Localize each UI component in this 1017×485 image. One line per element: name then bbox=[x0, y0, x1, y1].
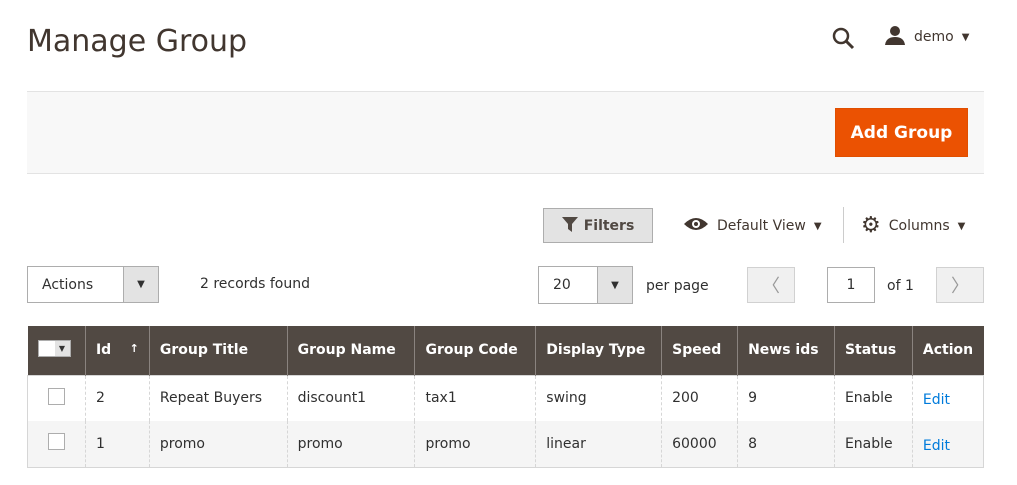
previous-page-button[interactable]: 〈 bbox=[747, 267, 795, 303]
cell-group-name: promo bbox=[286, 421, 415, 467]
user-icon bbox=[884, 25, 906, 49]
cell-id: 2 bbox=[84, 375, 150, 421]
cell-news-ids: 8 bbox=[737, 421, 835, 467]
eye-icon bbox=[683, 216, 709, 236]
page-input[interactable]: 1 bbox=[827, 267, 875, 303]
page-title: Manage Group bbox=[27, 24, 248, 59]
page-total: of 1 bbox=[887, 278, 914, 294]
columns-dropdown[interactable]: ⚙ Columns ▼ bbox=[861, 215, 965, 237]
actions-label: Actions bbox=[42, 276, 94, 293]
column-status[interactable]: Status bbox=[833, 326, 913, 375]
cell-group-code: tax1 bbox=[414, 375, 536, 421]
column-news-ids[interactable]: News ids bbox=[737, 326, 835, 375]
cell-group-code: promo bbox=[414, 421, 536, 467]
mass-select[interactable]: ▼ bbox=[27, 326, 86, 375]
per-page-select[interactable]: 20 ▼ bbox=[538, 266, 633, 304]
next-page-button[interactable]: 〉 bbox=[936, 267, 984, 303]
filters-button[interactable]: Filters bbox=[543, 208, 653, 243]
divider bbox=[843, 207, 844, 243]
column-group-code[interactable]: Group Code bbox=[414, 326, 536, 375]
gear-icon: ⚙ bbox=[861, 213, 881, 238]
cell-speed: 200 bbox=[661, 375, 738, 421]
cell-display-type: linear bbox=[535, 421, 662, 467]
table-row: 2 Repeat Buyers discount1 tax1 swing 200… bbox=[27, 375, 984, 421]
edit-link[interactable]: Edit bbox=[923, 392, 950, 408]
user-menu[interactable]: demo ▼ bbox=[884, 25, 969, 49]
cell-display-type: swing bbox=[535, 375, 662, 421]
column-group-name[interactable]: Group Name bbox=[286, 326, 415, 375]
add-group-button[interactable]: Add Group bbox=[835, 108, 968, 157]
cell-group-title: Repeat Buyers bbox=[148, 375, 288, 421]
default-view-dropdown[interactable]: Default View ▼ bbox=[683, 216, 822, 236]
column-display-type[interactable]: Display Type bbox=[535, 326, 662, 375]
column-id[interactable]: Id ↑ bbox=[84, 326, 150, 375]
cell-speed: 60000 bbox=[661, 421, 738, 467]
sort-arrow-icon: ↑ bbox=[129, 342, 139, 356]
columns-label: Columns bbox=[888, 218, 950, 234]
cell-group-name: discount1 bbox=[286, 375, 415, 421]
group-grid: ▼ Id ↑ Group Title Group Name Group Code … bbox=[27, 326, 984, 468]
filter-icon bbox=[561, 216, 578, 236]
cell-status: Enable bbox=[833, 375, 913, 421]
cell-id: 1 bbox=[84, 421, 150, 467]
records-found: 2 records found bbox=[200, 276, 310, 292]
default-view-label: Default View bbox=[717, 218, 806, 234]
filters-label: Filters bbox=[583, 217, 635, 234]
cell-news-ids: 9 bbox=[737, 375, 835, 421]
chevron-down-icon: ▼ bbox=[957, 220, 966, 232]
chevron-down-icon: ▼ bbox=[597, 267, 632, 303]
per-page-value: 20 bbox=[553, 277, 571, 293]
edit-link[interactable]: Edit bbox=[923, 438, 950, 454]
username: demo bbox=[914, 29, 954, 45]
chevron-down-icon: ▼ bbox=[123, 267, 158, 302]
chevron-down-icon: ▼ bbox=[961, 31, 970, 43]
column-action: Action bbox=[911, 326, 984, 375]
row-checkbox[interactable] bbox=[47, 387, 65, 405]
column-group-title[interactable]: Group Title bbox=[148, 326, 288, 375]
cell-group-title: promo bbox=[148, 421, 288, 467]
actions-select[interactable]: Actions ▼ bbox=[27, 266, 159, 303]
cell-status: Enable bbox=[833, 421, 913, 467]
per-page-label: per page bbox=[646, 278, 709, 294]
row-checkbox[interactable] bbox=[47, 433, 65, 451]
table-row: 1 promo promo promo linear 60000 8 Enabl… bbox=[27, 421, 984, 467]
search-icon[interactable] bbox=[831, 26, 855, 50]
column-speed[interactable]: Speed bbox=[661, 326, 738, 375]
chevron-down-icon: ▼ bbox=[813, 220, 822, 232]
